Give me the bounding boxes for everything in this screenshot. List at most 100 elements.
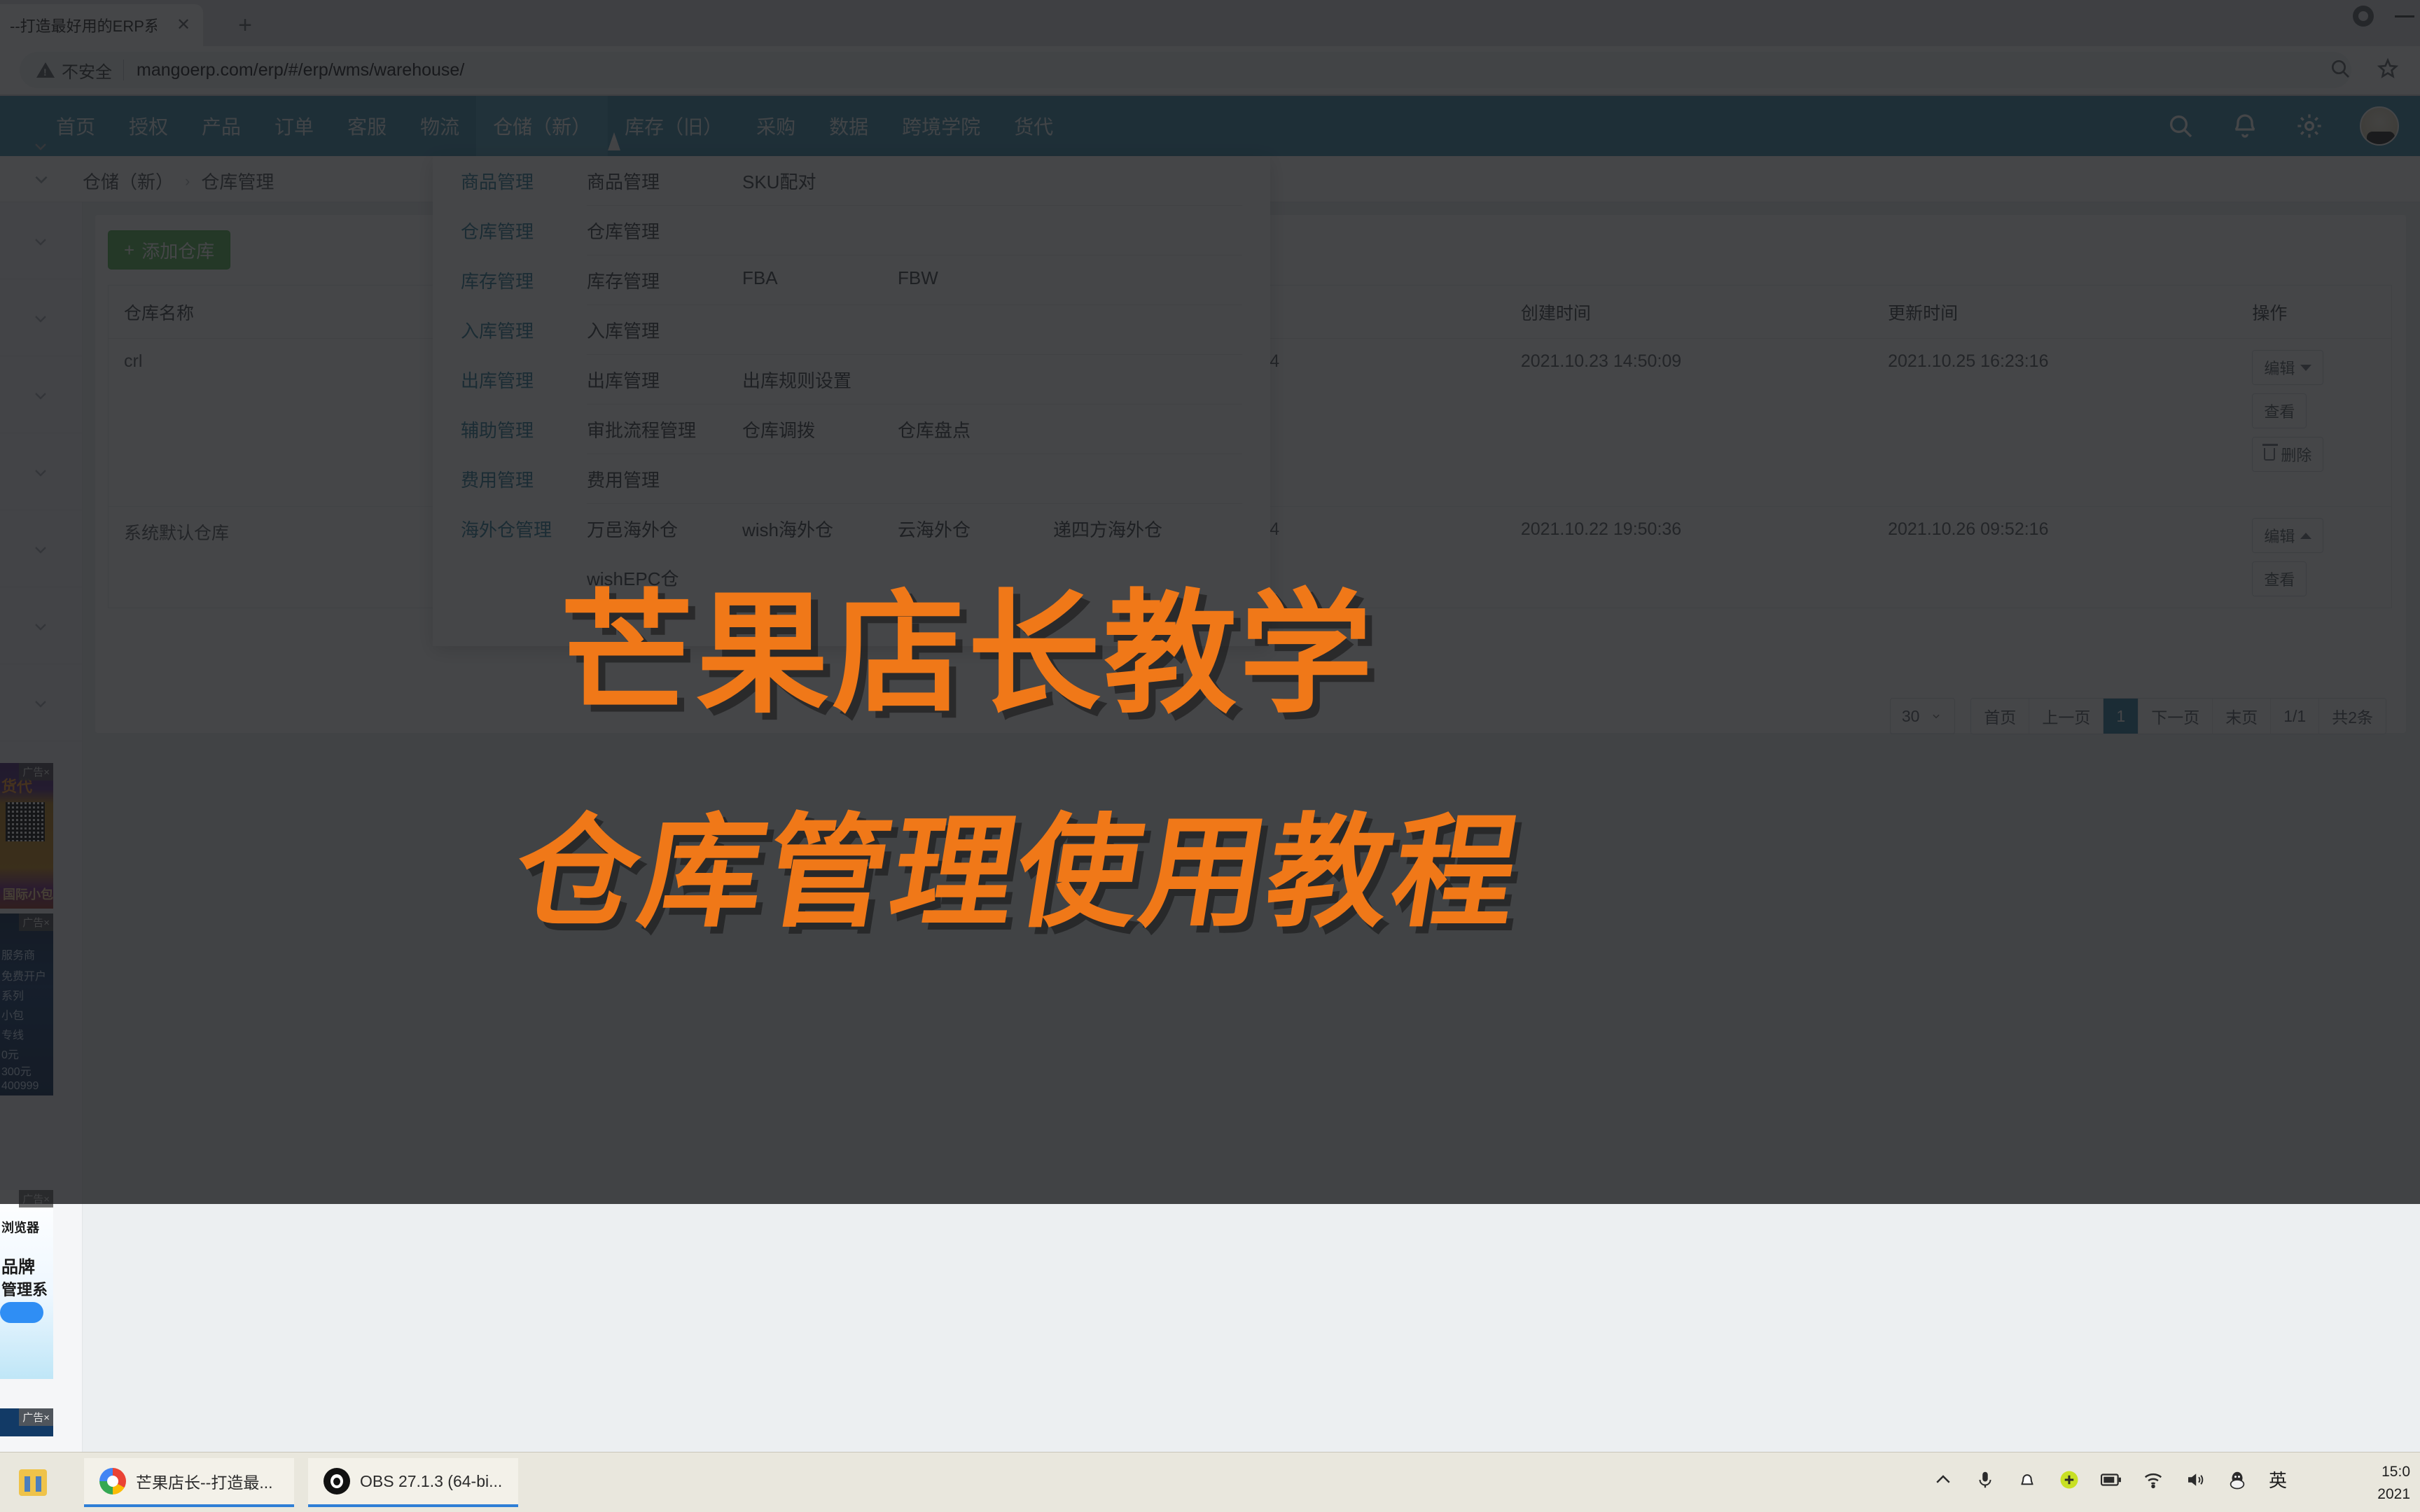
menu-item-inventory-management[interactable]: 库存管理 — [587, 267, 742, 293]
ad-banner-2[interactable]: 广告× 服务商 免费开户 系列 小包 专线 0元 300元 400999 — [0, 913, 53, 1096]
page-1-button[interactable]: 1 — [2103, 699, 2139, 734]
rail-item[interactable] — [0, 664, 82, 741]
first-page-button[interactable]: 首页 — [1971, 699, 2030, 734]
start-button[interactable] — [13, 1462, 53, 1503]
menu-item-outbound-management[interactable]: 出库管理 — [587, 367, 742, 393]
menu-category-label[interactable]: 费用管理 — [461, 466, 587, 492]
nav-item-warehouse-new[interactable]: 仓储（新） — [476, 96, 609, 156]
microphone-icon[interactable] — [1975, 1469, 1996, 1490]
wifi-icon[interactable] — [2143, 1469, 2164, 1490]
minimize-icon[interactable] — [2395, 15, 2414, 18]
menu-item-wish-overseas[interactable]: wish海外仓 — [742, 516, 898, 542]
nav-item-data[interactable]: 数据 — [812, 96, 885, 156]
menu-category-label[interactable]: 海外仓管理 — [461, 516, 587, 542]
last-page-button[interactable]: 末页 — [2213, 699, 2272, 734]
ad-close-label[interactable]: 广告× — [19, 763, 53, 780]
record-indicator-icon[interactable] — [2353, 6, 2374, 27]
ad-banner-1[interactable]: 广告× 货代 国际小包 — [0, 763, 53, 909]
bell-icon[interactable] — [2017, 1469, 2038, 1490]
next-page-button[interactable]: 下一页 — [2139, 699, 2213, 734]
menu-item-inbound-management[interactable]: 入库管理 — [587, 317, 742, 343]
ad-close-label[interactable]: 广告× — [19, 1408, 53, 1426]
battery-icon[interactable] — [2100, 1469, 2122, 1490]
menu-category-label[interactable]: 辅助管理 — [461, 416, 587, 442]
new-tab-button[interactable]: + — [231, 13, 259, 41]
browser-tab[interactable]: --打造最好用的ERP系统 ✕ — [0, 4, 203, 46]
update-plus-icon[interactable] — [2059, 1469, 2080, 1490]
taskbar-item-chrome[interactable]: 芒果店长--打造最... — [84, 1458, 294, 1507]
page-size-select[interactable]: 30 — [1889, 698, 1956, 734]
menu-item-product-management[interactable]: 商品管理 — [587, 168, 742, 194]
qq-penguin-icon[interactable] — [2227, 1469, 2248, 1490]
view-button[interactable]: 查看 — [2252, 393, 2307, 428]
ad-close-label[interactable]: 广告× — [19, 1190, 53, 1208]
view-button[interactable]: 查看 — [2252, 561, 2307, 596]
menu-item-fba[interactable]: FBA — [742, 267, 898, 293]
menu-item-sku-match[interactable]: SKU配对 — [742, 168, 898, 194]
chevron-up-icon — [2300, 532, 2312, 539]
ime-indicator[interactable]: 英 — [2269, 1466, 2287, 1492]
taskbar-item-obs[interactable]: OBS 27.1.3 (64-bi... — [308, 1458, 518, 1507]
add-warehouse-button[interactable]: + 添加仓库 — [108, 230, 231, 270]
address-bar[interactable]: 不安全 mangoerp.com/erp/#/erp/wms/warehouse… — [20, 52, 2351, 88]
speaker-icon[interactable] — [2185, 1469, 2206, 1490]
chevron-down-icon — [35, 316, 46, 323]
rail-item[interactable] — [0, 587, 82, 664]
rail-item[interactable] — [0, 510, 82, 587]
clock[interactable]: 15:0 2021 — [2377, 1461, 2410, 1506]
breadcrumb-parent[interactable]: 仓储（新） — [83, 168, 174, 194]
ad-banner-3[interactable]: 广告× 浏览器 品牌 管理系统 — [0, 1190, 53, 1379]
chevron-up-icon[interactable] — [1933, 1469, 1954, 1490]
close-icon[interactable]: ✕ — [174, 15, 193, 35]
menu-category-label[interactable]: 库存管理 — [461, 267, 587, 293]
nav-item-academy[interactable]: 跨境学院 — [885, 96, 997, 156]
nav-item-auth[interactable]: 授权 — [112, 96, 185, 156]
nav-item-order[interactable]: 订单 — [258, 96, 331, 156]
search-icon[interactable] — [2167, 112, 2195, 140]
menu-item-fee-management[interactable]: 费用管理 — [587, 466, 742, 492]
menu-item-wanyi-overseas[interactable]: 万邑海外仓 — [587, 516, 742, 542]
pagination: 30 首页 上一页 1 下一页 末页 1/1 共2条 — [1889, 698, 2386, 734]
edit-button[interactable]: 编辑 — [2252, 518, 2324, 553]
bell-icon[interactable] — [2231, 112, 2259, 140]
rail-item[interactable] — [0, 356, 82, 433]
menu-item-4px-overseas[interactable]: 递四方海外仓 — [1053, 516, 1209, 542]
chevron-down-icon[interactable] — [32, 138, 49, 155]
menu-item-warehouse-management[interactable]: 仓库管理 — [587, 218, 742, 244]
nav-item-inventory-old[interactable]: 库存（旧） — [608, 96, 739, 156]
menu-item-fbw[interactable]: FBW — [898, 267, 1053, 293]
rail-item[interactable] — [0, 202, 82, 279]
rail-item[interactable] — [0, 279, 82, 356]
nav-item-product[interactable]: 产品 — [185, 96, 258, 156]
menu-item-warehouse-stocktake[interactable]: 仓库盘点 — [898, 416, 1053, 442]
cell-name: 系统默认仓库 — [124, 524, 230, 543]
menu-category-label[interactable]: 出库管理 — [461, 367, 587, 393]
prev-page-button[interactable]: 上一页 — [2029, 699, 2104, 734]
menu-category-label[interactable]: 仓库管理 — [461, 218, 587, 244]
menu-item-outbound-rules[interactable]: 出库规则设置 — [742, 367, 898, 393]
menu-item-yun-overseas[interactable]: 云海外仓 — [898, 516, 1053, 542]
search-icon[interactable] — [2329, 57, 2351, 80]
nav-item-logistics[interactable]: 物流 — [403, 96, 476, 156]
nav-item-purchase[interactable]: 采购 — [739, 96, 812, 156]
menu-item-approval-flow[interactable]: 审批流程管理 — [587, 416, 742, 442]
nav-item-service[interactable]: 客服 — [331, 96, 403, 156]
ad-cta-button[interactable] — [0, 1302, 43, 1323]
rail-item[interactable] — [0, 433, 82, 510]
menu-links: 审批流程管理 仓库调拨 仓库盘点 — [587, 416, 1053, 442]
bookmark-star-icon[interactable] — [2377, 57, 2399, 80]
nav-item-freight[interactable]: 货代 — [997, 96, 1070, 156]
gear-icon[interactable] — [2295, 112, 2323, 140]
menu-category-label[interactable]: 商品管理 — [461, 168, 587, 194]
nav-item-home[interactable]: 首页 — [39, 96, 112, 156]
ad-line: 品牌 — [1, 1258, 35, 1277]
ad-banner-4[interactable]: 广告× — [0, 1408, 53, 1436]
menu-category-label[interactable]: 入库管理 — [461, 317, 587, 343]
ad-close-label[interactable]: 广告× — [19, 913, 53, 931]
avatar[interactable] — [2360, 106, 2399, 146]
edit-button[interactable]: 编辑 — [2252, 350, 2324, 385]
menu-item-warehouse-transfer[interactable]: 仓库调拨 — [742, 416, 898, 442]
breadcrumb-current: 仓库管理 — [201, 172, 274, 192]
chevron-down-icon[interactable] — [32, 170, 50, 188]
delete-button[interactable]: 删除 — [2252, 437, 2324, 472]
